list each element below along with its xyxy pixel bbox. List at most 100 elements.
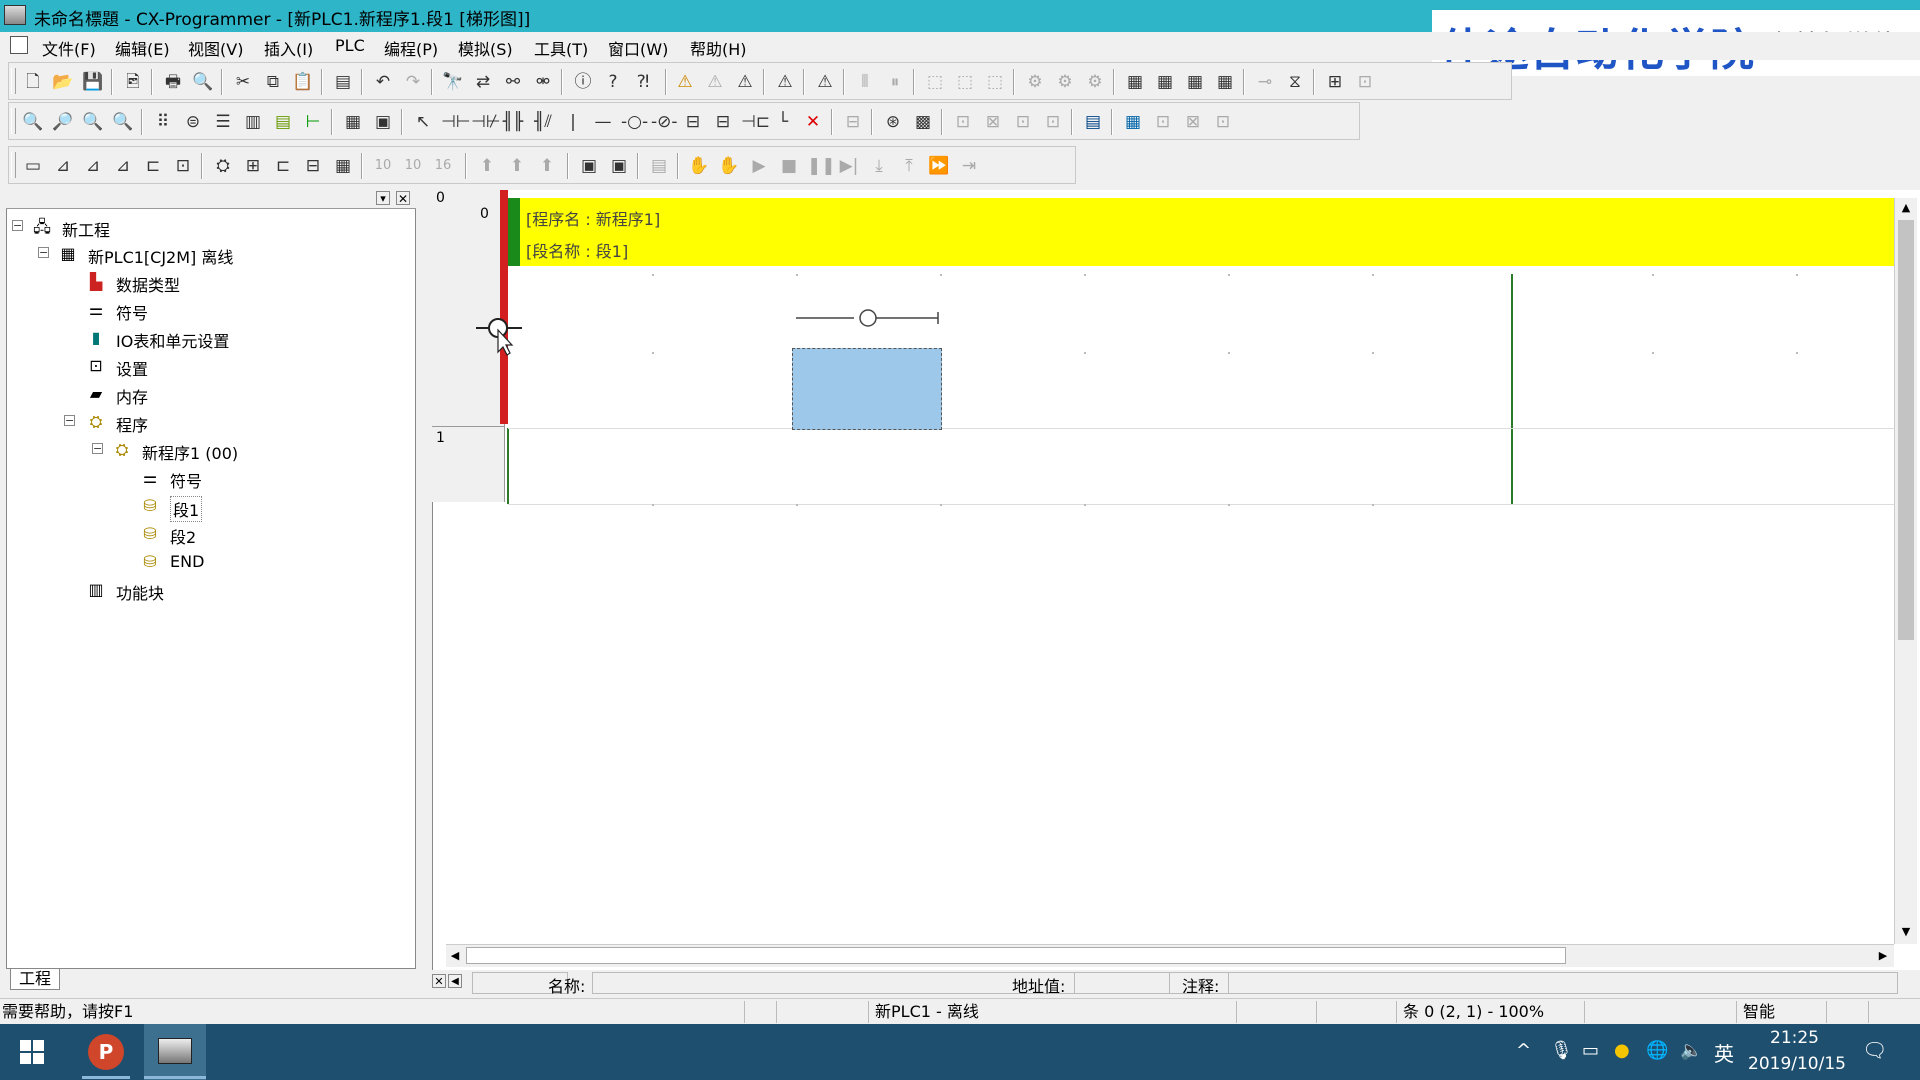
simulation-online-icon[interactable]: ▣ <box>577 154 601 178</box>
display-10-alt-icon[interactable]: 10 <box>401 154 425 178</box>
rung-annotation-icon[interactable]: ☰ <box>211 110 235 134</box>
settings-window-icon[interactable]: ⊟ <box>301 154 325 178</box>
online-edit-send-icon[interactable]: ⊡ <box>1011 110 1035 134</box>
transfer-to-plc-icon[interactable]: ⬚ <box>923 70 947 94</box>
help-icon[interactable]: ? <box>601 70 625 94</box>
coil-icon[interactable]: -○- <box>621 110 648 134</box>
cross-reference-icon[interactable]: ⚯ <box>501 70 525 94</box>
microphone-icon[interactable]: 🎙 <box>1550 1040 1573 1061</box>
program-check-icon[interactable]: ⚠ <box>673 70 697 94</box>
battery-icon[interactable]: ▭ <box>1582 1040 1599 1061</box>
fieldbar-close-icon[interactable]: ✕ <box>432 974 446 988</box>
transfer-from-plc-icon[interactable]: ⬚ <box>953 70 977 94</box>
cross-reference-table-icon[interactable]: ▤ <box>1081 110 1105 134</box>
contact-nc-icon[interactable]: ⊣⊬ <box>471 110 501 134</box>
save-icon[interactable]: 💾 <box>81 70 105 94</box>
show-symbol-icon[interactable]: ▤ <box>271 110 295 134</box>
auto-online-icon[interactable]: ⊿ <box>51 154 75 178</box>
tab-project[interactable]: 工程 <box>10 969 61 990</box>
tree-function-blocks[interactable]: ▥ 功能块 <box>64 577 412 603</box>
online-edit-end-icon[interactable]: ⊡ <box>1041 110 1065 134</box>
coil-nc-icon[interactable]: -⊘- <box>651 110 678 134</box>
contact-tr-icon[interactable]: ⊣⊏ <box>741 110 770 134</box>
monitor-icon[interactable]: ⚙ <box>1023 70 1047 94</box>
preview-icon[interactable]: 🔍 <box>191 70 215 94</box>
connect-icon[interactable]: ⊿ <box>81 154 105 178</box>
rung-comment[interactable]: [程序名 : 新程序1] [段名称 : 段1] <box>504 198 1894 266</box>
volume-muted-icon[interactable]: 🔈 <box>1680 1040 1702 1061</box>
undo-icon[interactable]: ↶ <box>371 70 395 94</box>
tree-program-symbols[interactable]: ⚌ 符号 <box>118 465 412 491</box>
program-view-icon[interactable]: ▦ <box>341 110 365 134</box>
copy-icon[interactable]: ⧉ <box>261 70 285 94</box>
clock-time[interactable]: 21:25 <box>1770 1028 1819 1048</box>
continuous-step-icon[interactable]: ⏩ <box>927 154 951 178</box>
collapse-icon[interactable]: − <box>12 220 23 231</box>
menu-insert[interactable]: 插入(I) <box>264 36 313 60</box>
comment-field[interactable] <box>1228 972 1898 994</box>
new-file-icon[interactable]: 🗋 <box>21 70 45 94</box>
tree-item-settings[interactable]: ⊡ 设置 <box>64 353 412 379</box>
compile-all-icon[interactable]: ⚠ <box>813 70 837 94</box>
security-icon[interactable]: ● <box>1614 1040 1630 1061</box>
scroll-up-icon[interactable]: ▲ <box>1897 198 1915 218</box>
selection-cursor[interactable] <box>792 348 942 430</box>
show-address-icon[interactable]: ▥ <box>241 110 265 134</box>
zoom-fit-icon[interactable]: 🔎 <box>51 110 75 134</box>
function-block-icon[interactable]: ⊏ <box>271 154 295 178</box>
memory-icon[interactable]: ▩ <box>911 110 935 134</box>
instruction-icon[interactable]: ⊟ <box>681 110 705 134</box>
output-window-icon[interactable]: ⊡ <box>1151 110 1175 134</box>
step-in-icon[interactable]: ⤓ <box>867 154 891 178</box>
print-icon[interactable]: 🖶 <box>161 70 185 94</box>
app-icon[interactable] <box>4 5 26 25</box>
find-icon[interactable]: 🔭 <box>441 70 465 94</box>
paste-special-icon[interactable]: ▤ <box>331 70 355 94</box>
print-preview-icon[interactable]: 🖻 <box>121 70 145 94</box>
contact-or-icon[interactable]: ╢╟ <box>501 110 525 134</box>
ladder-editor[interactable] <box>432 190 1920 970</box>
paste-icon[interactable]: 📋 <box>291 70 315 94</box>
horizontal-scrollbar[interactable]: ◀ ▶ <box>446 944 1894 967</box>
symbol-table-icon[interactable]: ⊞ <box>241 154 265 178</box>
change-plc-icon[interactable]: ⊏ <box>141 154 165 178</box>
toolbar-grip[interactable] <box>11 68 16 94</box>
unit-setup-icon[interactable]: ⊡ <box>1353 70 1377 94</box>
tree-section-2[interactable]: ⛁ 段2 <box>118 521 412 547</box>
show-comments-icon[interactable]: ⊜ <box>181 110 205 134</box>
check-all-icon[interactable]: ⚠ <box>733 70 757 94</box>
plc-transfer-icon[interactable]: ⛭ <box>211 154 235 178</box>
replace-icon[interactable]: ⇄ <box>471 70 495 94</box>
mode-debug-icon[interactable]: ⬆ <box>505 154 529 178</box>
address-reference-icon[interactable]: ⚮ <box>531 70 555 94</box>
tree-item-data-types[interactable]: ▙ 数据类型 <box>64 269 412 295</box>
tree-pin-icon[interactable]: ▾ <box>376 191 390 205</box>
collapse-icon[interactable]: − <box>92 443 103 454</box>
windows-start-icon[interactable] <box>20 1040 44 1068</box>
online-edit-begin-icon[interactable]: ⊡ <box>951 110 975 134</box>
display-16-icon[interactable]: 16 <box>431 154 455 178</box>
monitor-diff-icon[interactable]: ⚙ <box>1053 70 1077 94</box>
cut-icon[interactable]: ✂ <box>231 70 255 94</box>
line-connect-icon[interactable]: └ <box>771 110 795 134</box>
pause-icon[interactable]: ⏸ <box>883 70 907 94</box>
vertical-scroll-thumb[interactable] <box>1898 220 1914 640</box>
scroll-right-icon[interactable]: ▶ <box>1874 946 1892 966</box>
redo-icon[interactable]: ↷ <box>401 70 425 94</box>
contact-or-nc-icon[interactable]: ╢⫽ <box>531 110 555 134</box>
window-layout-3-icon[interactable]: ▦ <box>1183 70 1207 94</box>
menu-tools[interactable]: 工具(T) <box>534 36 588 60</box>
auto-connect-icon[interactable]: ⊿ <box>111 154 135 178</box>
show-hidden-icons-icon[interactable]: ^ <box>1516 1040 1531 1061</box>
menu-file[interactable]: 文件(F) <box>42 36 96 60</box>
scroll-left-icon[interactable]: ◀ <box>446 946 464 966</box>
step-out-icon[interactable]: ⤒ <box>897 154 921 178</box>
select-mode-icon[interactable]: ↖ <box>411 110 435 134</box>
menu-view[interactable]: 视图(V) <box>188 36 243 60</box>
zoom-small-icon[interactable]: 🔍 <box>21 110 45 134</box>
tree-item-memory[interactable]: ▰ 内存 <box>64 381 412 407</box>
pause-sim-icon[interactable]: ❚❚ <box>807 154 836 178</box>
transfer-icon[interactable]: ⊛ <box>881 110 905 134</box>
display-10-icon[interactable]: 10 <box>371 154 395 178</box>
stop-icon[interactable]: ■ <box>777 154 801 178</box>
